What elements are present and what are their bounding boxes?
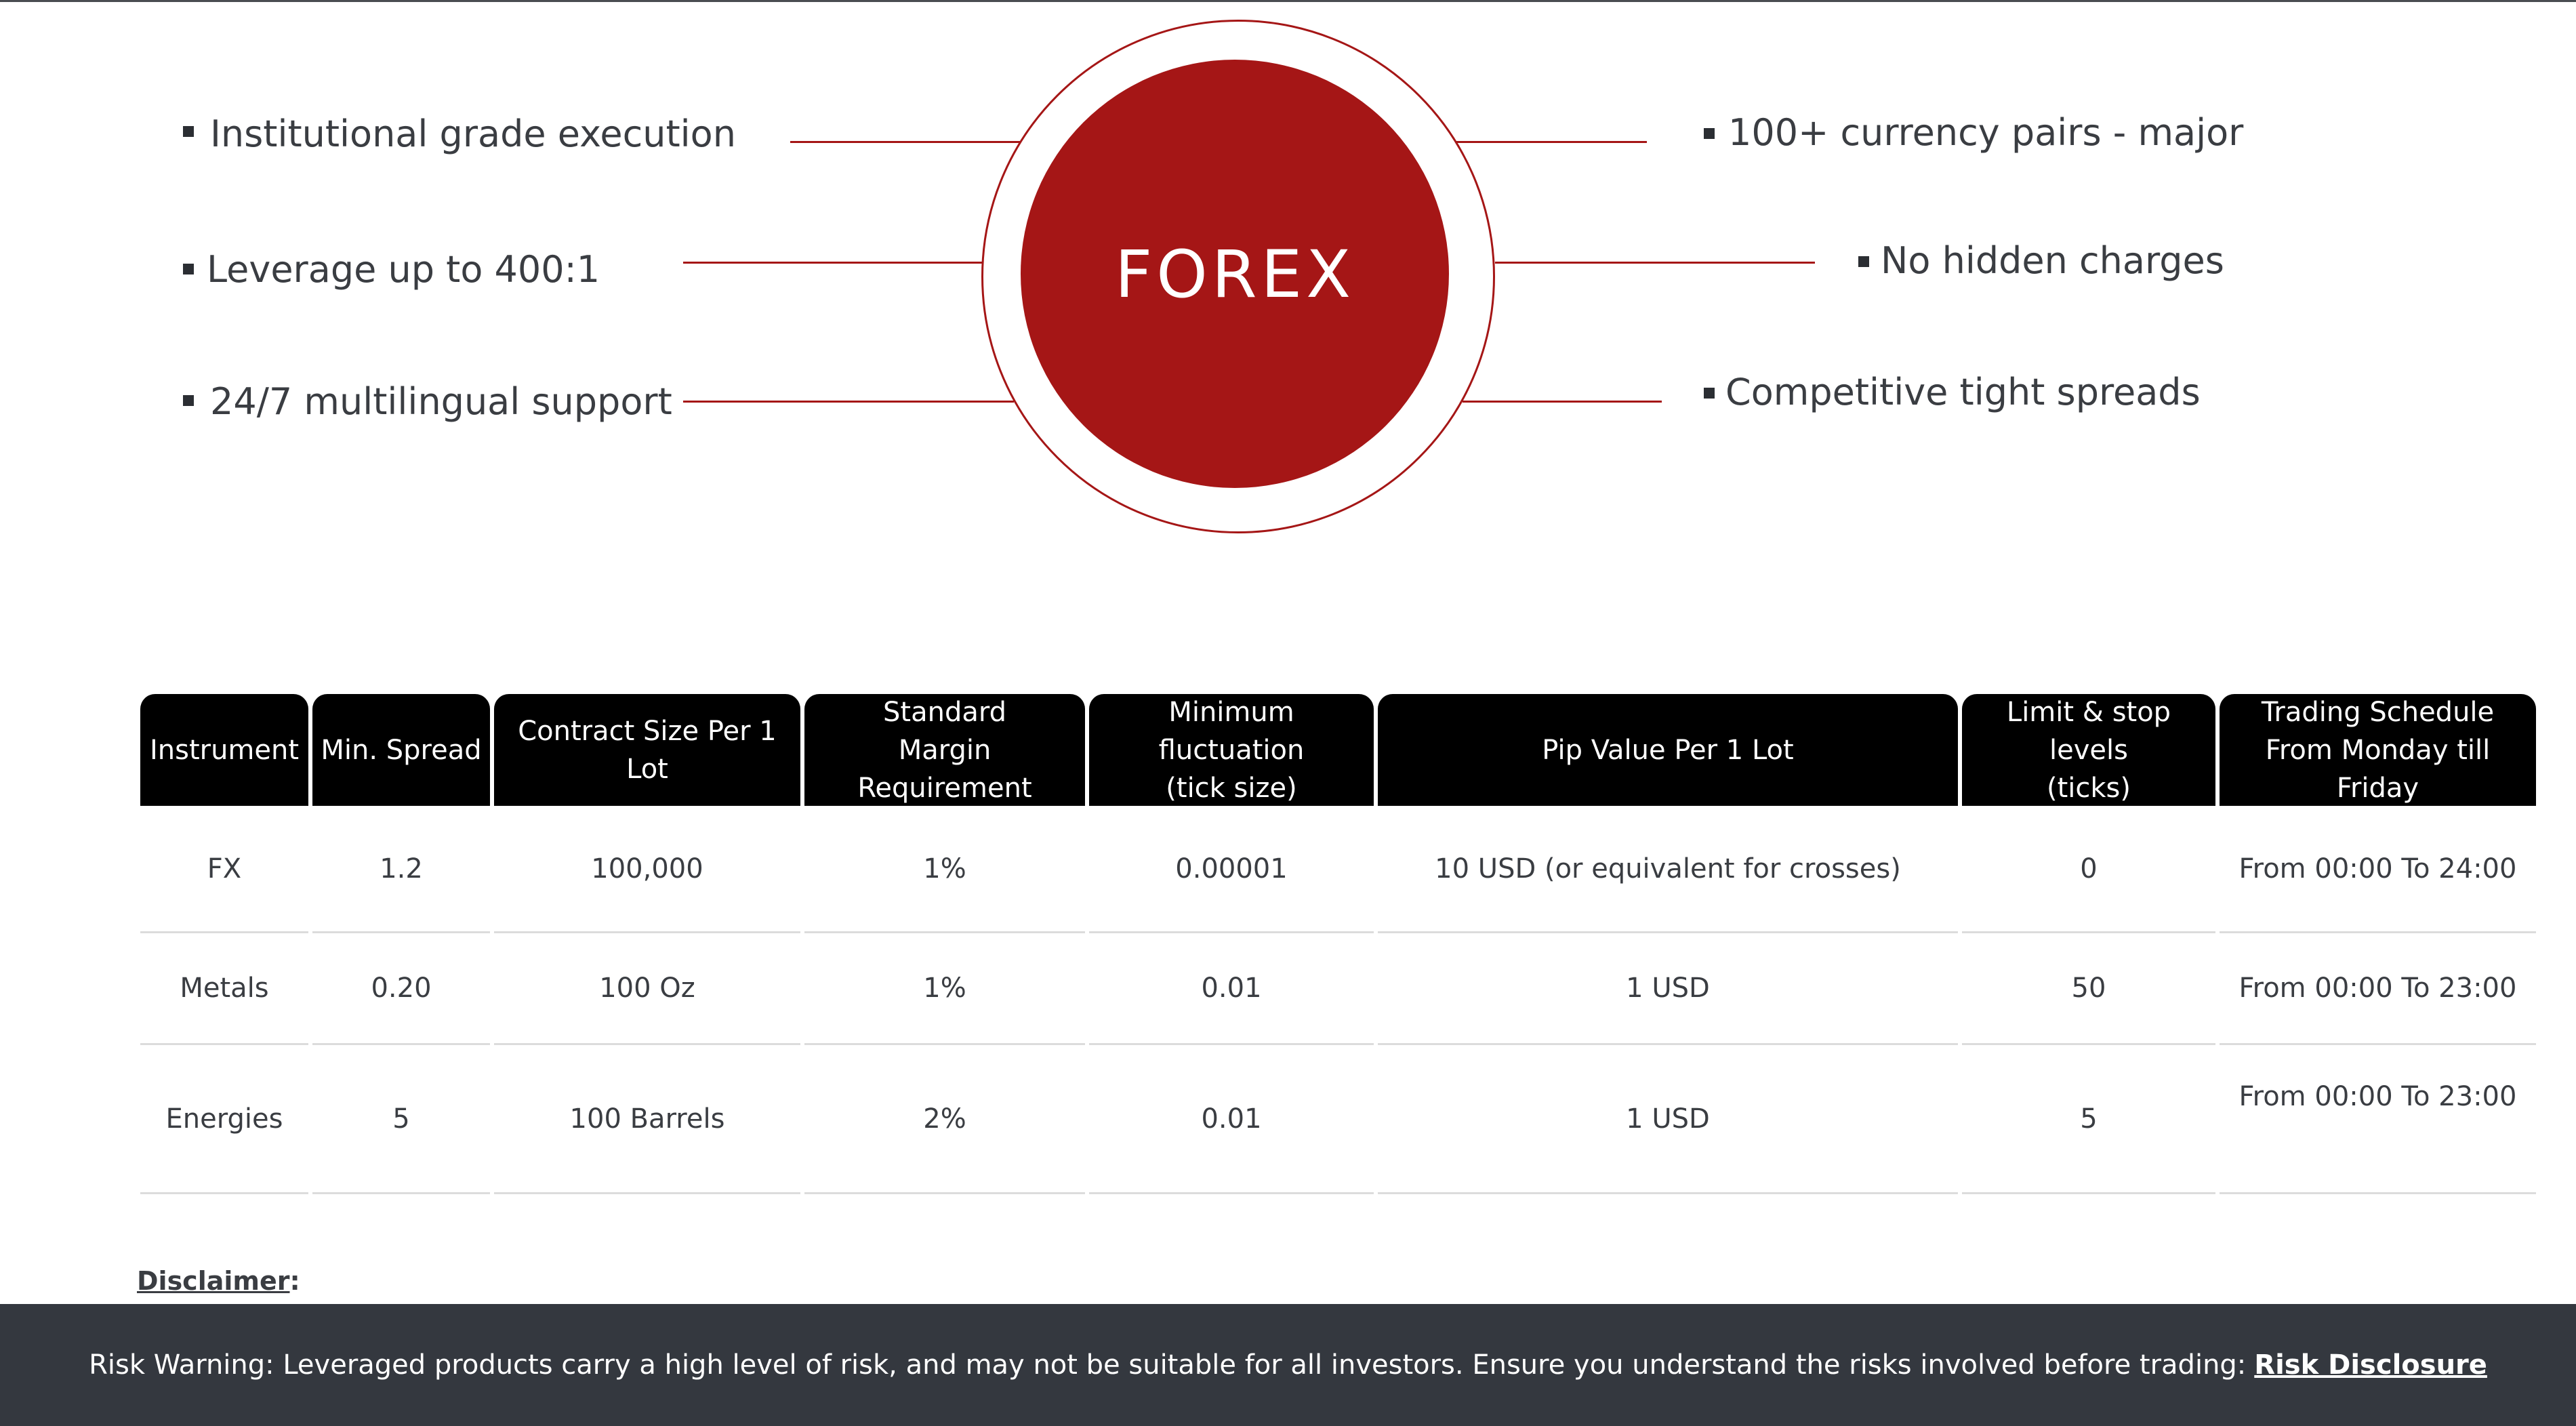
feature-tight-spreads: Competitive tight spreads [1725, 371, 2201, 413]
risk-warning-bar: Risk Warning: Leveraged products carry a… [0, 1304, 2576, 1426]
table-header-row: Instrument Min. Spread Contract Size Per… [140, 694, 2536, 806]
connector-line [1456, 141, 1647, 143]
risk-warning-text: Risk Warning: Leveraged products carry a… [89, 1349, 2247, 1381]
cell-margin: 1% [804, 806, 1085, 933]
disclaimer-heading: Disclaimer: [137, 1266, 300, 1296]
bullet-icon [183, 264, 194, 274]
header-instrument: Instrument [140, 694, 308, 806]
header-contract-size: Contract Size Per 1 Lot [494, 694, 800, 806]
header-pip-value: Pip Value Per 1 Lot [1378, 694, 1958, 806]
feature-institutional-execution: Institutional grade execution [210, 113, 736, 155]
forex-title: FOREX [1115, 237, 1355, 312]
feature-no-hidden-charges: No hidden charges [1881, 239, 2224, 282]
disclaimer-label: Disclaimer [137, 1266, 290, 1296]
cell-min-spread: 0.20 [312, 933, 490, 1045]
cell-margin: 1% [804, 933, 1085, 1045]
risk-disclosure-link[interactable]: Risk Disclosure [2254, 1349, 2487, 1381]
cell-contract-size: 100 Barrels [494, 1045, 800, 1194]
bullet-icon [1704, 128, 1715, 139]
table-row: FX 1.2 100,000 1% 0.00001 10 USD (or equ… [140, 806, 2536, 933]
cell-tick-size: 0.01 [1089, 933, 1374, 1045]
disclaimer-colon: : [289, 1266, 300, 1296]
bullet-icon [183, 126, 194, 137]
cell-margin: 2% [804, 1045, 1085, 1194]
table-row: Metals 0.20 100 Oz 1% 0.01 1 USD 50 From… [140, 933, 2536, 1045]
cell-schedule: From 00:00 To 23:00 [2220, 933, 2536, 1045]
header-trading-schedule: Trading Schedule From Monday till Friday [2220, 694, 2536, 806]
cell-min-spread: 5 [312, 1045, 490, 1194]
connector-line [790, 141, 1021, 143]
bullet-icon [183, 395, 194, 406]
feature-multilingual-support: 24/7 multilingual support [210, 380, 672, 423]
connector-line [683, 262, 983, 264]
cell-pip-value: 10 USD (or equivalent for crosses) [1378, 806, 1958, 933]
cell-schedule: From 00:00 To 23:00 [2220, 1045, 2536, 1194]
cell-tick-size: 0.01 [1089, 1045, 1374, 1194]
connector-line [1495, 262, 1815, 264]
forex-features-diagram: FOREX Institutional grade execution Leve… [0, 0, 2576, 596]
cell-limit-stop: 50 [1962, 933, 2215, 1045]
cell-limit-stop: 0 [1962, 806, 2215, 933]
cell-instrument: FX [140, 806, 308, 933]
cell-instrument: Metals [140, 933, 308, 1045]
cell-tick-size: 0.00001 [1089, 806, 1374, 933]
feature-currency-pairs: 100+ currency pairs - major [1728, 111, 2244, 154]
header-min-spread: Min. Spread [312, 694, 490, 806]
bullet-icon [1858, 256, 1869, 267]
cell-limit-stop: 5 [1962, 1045, 2215, 1194]
table-row: Energies 5 100 Barrels 2% 0.01 1 USD 5 F… [140, 1045, 2536, 1194]
cell-pip-value: 1 USD [1378, 1045, 1958, 1194]
cell-instrument: Energies [140, 1045, 308, 1194]
feature-leverage: Leverage up to 400:1 [207, 248, 600, 291]
connector-line [683, 401, 1014, 403]
cell-contract-size: 100,000 [494, 806, 800, 933]
cell-contract-size: 100 Oz [494, 933, 800, 1045]
bullet-icon [1704, 388, 1715, 399]
header-margin-requirement: Standard Margin Requirement [804, 694, 1085, 806]
cell-min-spread: 1.2 [312, 806, 490, 933]
cell-pip-value: 1 USD [1378, 933, 1958, 1045]
header-limit-stop-levels: Limit & stop levels (ticks) [1962, 694, 2215, 806]
header-min-fluctuation: Minimum fluctuation (tick size) [1089, 694, 1374, 806]
cell-schedule: From 00:00 To 24:00 [2220, 806, 2536, 933]
connector-line [1463, 401, 1662, 403]
